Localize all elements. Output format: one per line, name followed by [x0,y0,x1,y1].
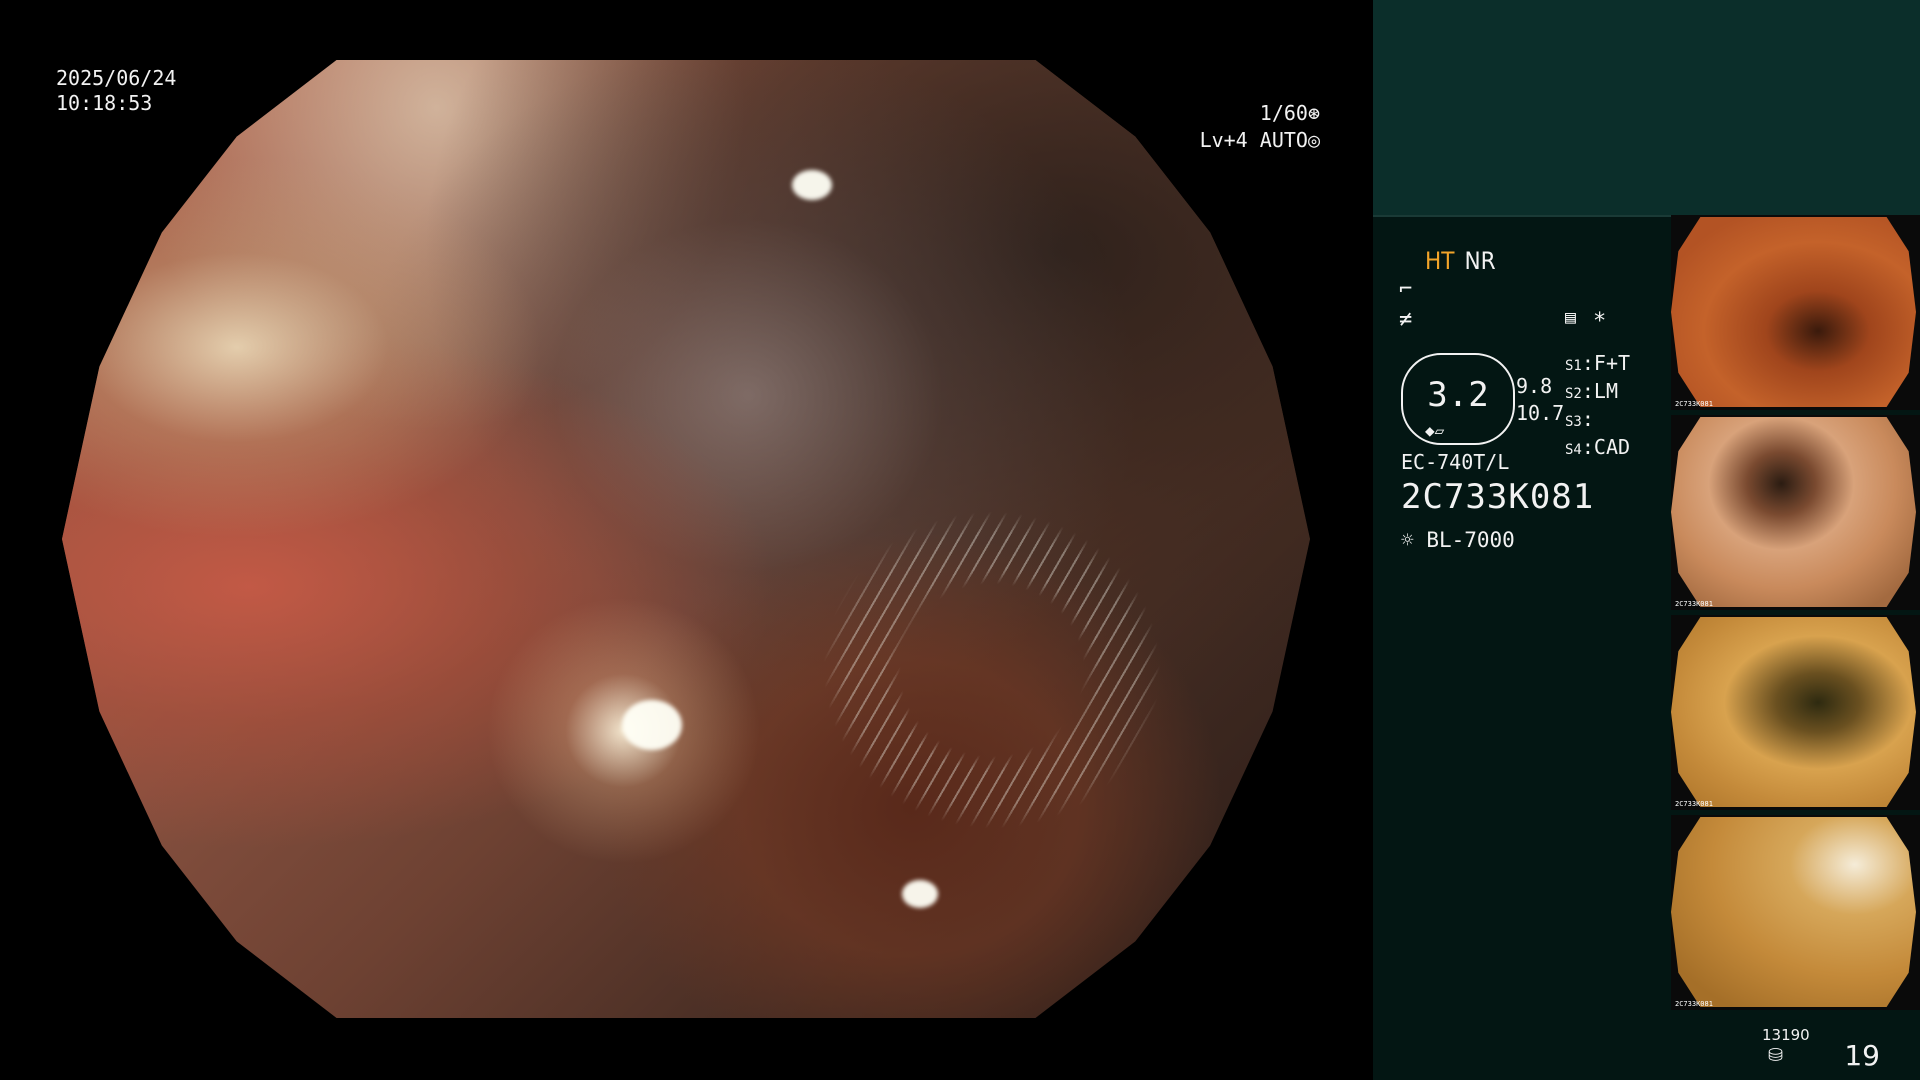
asterisk-icon: * [1593,309,1607,334]
pen-icon: ◆▱ [1425,421,1445,440]
light-glare [902,880,938,908]
scope-serial: 2C733K081 [1401,477,1595,517]
thumbnail[interactable]: 2C733K081 [1671,815,1920,1010]
light-bulb-icon: ☼ [1401,528,1414,552]
storage-icon: ⛁ [1768,1045,1784,1066]
slot-4: S4:CAD [1565,435,1631,459]
exposure-info: 1/60⊛ Lv+4 AUTO◎ [1100,100,1320,154]
slot-3: S3: [1565,407,1594,431]
thumbnail[interactable]: 2C733K081 [1671,615,1920,810]
capture-counter: 19 [1844,1039,1880,1072]
thumbnail-label: 2C733K081 [1675,600,1713,608]
slot-2: S2:LM [1565,379,1618,403]
ht-label: HT [1425,247,1455,275]
thumbnail[interactable]: 2C733K081 [1671,215,1920,410]
settings-info: HT NR ⌐ ≠ ▤ * 3.2 ◆▱ 9.8 10.7 S1:F+T S2:L… [1373,215,1671,1080]
light-glare [622,700,682,750]
shutter-value: 1/60 [1259,101,1308,125]
light-source-label: BL-7000 [1426,528,1515,552]
level-row: Lv+4 AUTO◎ [1100,127,1320,154]
scope-model: EC-740T/L [1401,450,1510,474]
switch-settings: S1:F+T S2:LM S3: S4:CAD [1565,351,1630,463]
panel-header-area [1373,0,1920,217]
zoom-indicator: 3.2 ◆▱ [1401,353,1515,445]
frame-count: 13190 [1762,1026,1810,1044]
enhance-icon: ⌐ [1399,277,1413,302]
slot-1: S1:F+T [1565,351,1631,375]
shutter-icon: ⊛ [1307,101,1320,125]
zoom-val-2: 10.7 [1516,401,1565,425]
mode-value: AUTO [1259,128,1308,152]
thumbnail-label: 2C733K081 [1675,800,1713,808]
light-glare [792,170,832,200]
thumbnail-strip: 2C733K081 2C733K081 2C733K081 2C733K081 [1671,215,1920,1015]
light-source: ☼ BL-7000 [1401,528,1515,552]
endoscope-view [62,60,1310,1018]
nr-label: NR [1464,247,1496,275]
menu-icon: ▤ [1565,307,1576,328]
zoom-value: 3.2 [1427,375,1489,415]
thumbnail-label: 2C733K081 [1675,400,1713,408]
zoom-val-1: 9.8 [1516,374,1553,398]
gamma-icon: ≠ [1399,307,1413,332]
thumbnail[interactable]: 2C733K081 [1671,415,1920,610]
thumbnail-label: 2C733K081 [1675,1000,1713,1008]
shutter-row: 1/60⊛ [1100,100,1320,127]
iris-icon: ◎ [1307,128,1320,152]
date: 2025/06/24 [56,66,177,90]
level-value: Lv+4 [1199,128,1248,152]
image-mode: HT NR [1425,247,1496,275]
zoom-values: 9.8 10.7 [1516,373,1564,427]
info-panel: HT NR ⌐ ≠ ▤ * 3.2 ◆▱ 9.8 10.7 S1:F+T S2:L… [1373,0,1920,1080]
datetime: 2025/06/24 10:18:53 [56,66,176,116]
mucus-texture [822,510,1162,830]
time: 10:18:53 [56,91,153,115]
